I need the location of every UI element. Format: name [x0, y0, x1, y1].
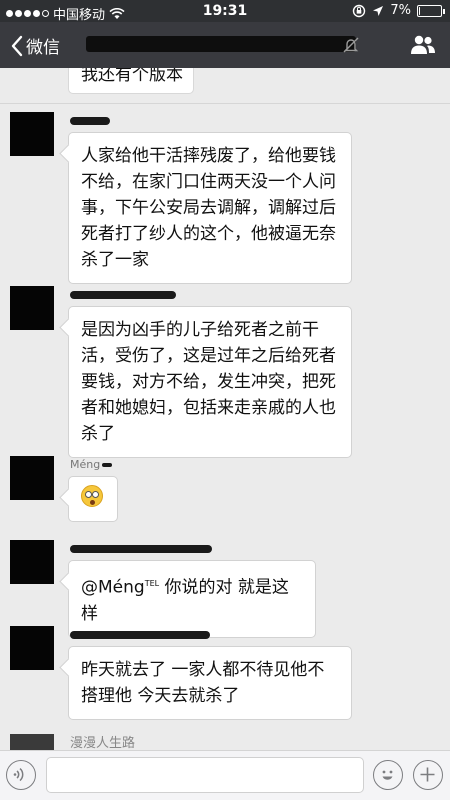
- more-button[interactable]: [413, 760, 443, 790]
- sender-nickname: [70, 628, 212, 641]
- input-bar: [0, 750, 450, 800]
- mute-icon: [343, 37, 359, 53]
- emoji-button[interactable]: [373, 760, 403, 790]
- previous-message-bubble[interactable]: 我还有个版本: [68, 68, 194, 94]
- sender-nickname: [70, 114, 112, 127]
- avatar[interactable]: [10, 734, 54, 750]
- mention-text[interactable]: @Méng: [81, 578, 145, 598]
- emoji-icon: [382, 770, 393, 780]
- mention-superscript: TEL: [144, 579, 160, 588]
- message-bubble[interactable]: 是因为凶手的儿子给死者之前干活，受伤了，这是过年之后给死者要钱，对方不给，发生冲…: [68, 306, 352, 458]
- sender-nickname: [70, 542, 214, 555]
- chat-area[interactable]: 我还有个版本 人家给他干活摔残废了，给他要钱不给，在家门口住两天没一个人问事，下…: [0, 68, 450, 750]
- previous-message-text: 我还有个版本: [81, 68, 183, 85]
- status-bar: 中国移动 19:31 7%: [0, 0, 450, 23]
- sender-nickname: Méng: [70, 458, 114, 471]
- message-bubble[interactable]: 人家给他干活摔残废了，给他要钱不给，在家门口住两天没一个人问事，下午公安局去调解…: [68, 132, 352, 284]
- message-text: 是因为凶手的儿子给死者之前干活，受伤了，这是过年之后给死者要钱，对方不给，发生冲…: [81, 320, 336, 444]
- nav-bar: 微信: [0, 22, 450, 68]
- avatar[interactable]: [10, 456, 54, 500]
- voice-icon: [13, 767, 24, 782]
- avatar[interactable]: [10, 626, 54, 670]
- message-input[interactable]: [46, 757, 364, 793]
- chat-title-redacted: [86, 36, 356, 52]
- avatar[interactable]: [10, 540, 54, 584]
- battery-icon: [417, 4, 445, 17]
- status-right: 7%: [352, 3, 445, 18]
- divider: [0, 103, 450, 104]
- message-text: 人家给他干活摔残废了，给他要钱不给，在家门口住两天没一个人问事，下午公安局去调解…: [81, 146, 336, 270]
- flushed-face-icon: [81, 485, 103, 507]
- avatar[interactable]: [10, 286, 54, 330]
- avatar[interactable]: [10, 112, 54, 156]
- message-bubble[interactable]: [68, 476, 118, 522]
- back-label: 微信: [26, 38, 60, 58]
- plus-icon: [420, 767, 435, 782]
- sender-nickname: 漫漫人生路: [70, 736, 136, 750]
- voice-button[interactable]: [6, 760, 36, 790]
- back-button[interactable]: 微信: [10, 33, 60, 58]
- message-text: 昨天就去了 一家人都不待见他不搭理他 今天去就杀了: [81, 660, 325, 706]
- back-chevron-icon: [11, 35, 23, 56]
- message-bubble[interactable]: @MéngTEL 你说的对 就是这样: [68, 560, 316, 638]
- rotation-lock-icon: [353, 4, 366, 17]
- sender-nickname: [70, 288, 178, 301]
- battery-level: [419, 6, 420, 15]
- location-arrow-icon: [373, 5, 384, 16]
- group-members-icon[interactable]: [410, 34, 436, 56]
- battery-percent: 7%: [390, 3, 411, 18]
- message-bubble[interactable]: 昨天就去了 一家人都不待见他不搭理他 今天去就杀了: [68, 646, 352, 720]
